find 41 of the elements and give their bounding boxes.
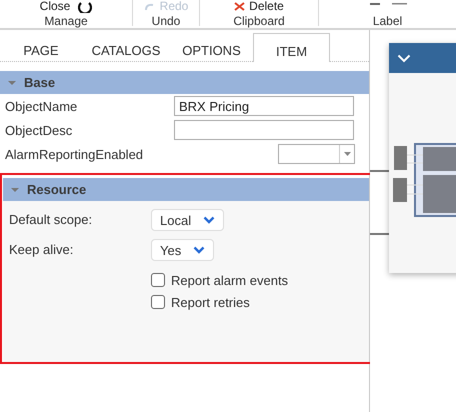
connector-line (370, 170, 389, 172)
toolbar-icon (368, 0, 380, 6)
delete-icon (234, 2, 246, 11)
chevron-down-icon (397, 54, 411, 62)
property-label: AlarmReportingEnabled (5, 146, 144, 162)
property-label: ObjectDesc (5, 122, 74, 138)
property-label: ObjectName (5, 98, 78, 114)
checkbox-label: Report alarm events (171, 272, 288, 288)
chevron-down-icon (193, 246, 206, 254)
tab[interactable]: CATALOGS (82, 33, 170, 61)
checkbox-label: Report retries (171, 294, 250, 310)
tab[interactable]: PAGE (0, 33, 82, 61)
group-label: Label (372, 14, 402, 28)
field-label: Keep alive: (9, 241, 74, 257)
group-label: Manage (44, 14, 88, 28)
tab[interactable]: ITEM (253, 33, 330, 62)
connector-line (370, 233, 389, 235)
group-label: Clipboard (233, 14, 285, 28)
checkbox[interactable] (151, 295, 165, 309)
collapse-triangle-icon[interactable] (11, 186, 19, 194)
collapse-triangle-icon[interactable] (8, 78, 16, 86)
dropdown-arrow-icon (344, 152, 350, 156)
input-field[interactable] (174, 120, 354, 140)
field-label: Default scope: (9, 211, 94, 227)
power-icon (78, 0, 92, 12)
dropdown[interactable]: Local (151, 209, 224, 231)
section-header[interactable]: Base (0, 71, 369, 94)
ribbon-button[interactable]: Delete (234, 0, 284, 13)
section-title: Resource (27, 182, 86, 197)
input-field[interactable]: BRX Pricing (174, 96, 354, 116)
section-title: Base (24, 75, 56, 90)
chevron-down-icon (203, 216, 216, 224)
dropdown[interactable]: Yes (151, 239, 214, 261)
checkbox[interactable] (151, 273, 165, 287)
toolbar-icon (390, 0, 406, 6)
dropdown[interactable] (278, 144, 355, 164)
redo-icon (144, 2, 156, 11)
group-label: Undo (152, 14, 180, 28)
tab[interactable]: OPTIONS (170, 33, 253, 61)
ribbon-button[interactable]: Close (40, 0, 70, 13)
section-header[interactable]: Resource (3, 178, 369, 201)
